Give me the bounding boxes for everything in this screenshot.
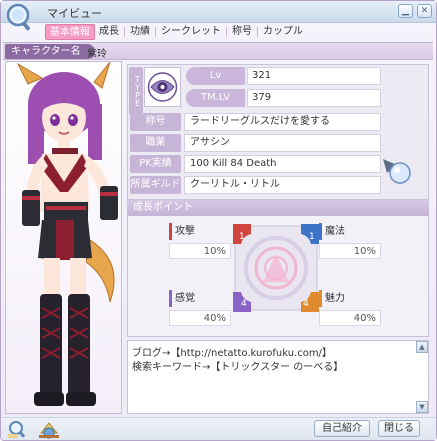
tab-basic-info[interactable]: 基本情報 — [45, 24, 95, 40]
title-value: ラードリーグルスだけを愛する — [184, 113, 381, 131]
tab-divider — [155, 27, 156, 37]
tab-growth[interactable]: 成長 — [95, 24, 123, 40]
close-window-button[interactable]: ✕ — [417, 4, 432, 18]
title-label: 称号 — [130, 113, 181, 131]
pk-indicator-icon[interactable] — [383, 157, 413, 185]
memo-scroll-up-button[interactable]: ▲ — [416, 341, 428, 353]
window-title: マイビュー — [47, 7, 102, 20]
type-label: TYPE — [129, 67, 143, 115]
character-portrait — [5, 61, 122, 414]
attack-value: 10% — [169, 243, 231, 259]
character-name-label: キャラクター名 — [5, 44, 95, 59]
chevron-up-icon: ▲ — [419, 343, 425, 351]
tab-divider — [257, 27, 258, 37]
class-emblem-icon — [144, 67, 181, 107]
profile-memo[interactable]: ブログ→【http://netatto.kurofuku.com/】 検索キーワ… — [127, 340, 429, 414]
lv-value: 321 — [247, 67, 381, 85]
chevron-down-icon: ▼ — [419, 403, 425, 411]
pk-label: PK実績 — [130, 155, 181, 173]
close-button[interactable]: 閉じる — [378, 420, 420, 437]
character-name-bar: キャラクター名 紫玲 — [3, 42, 433, 60]
minimize-button[interactable]: ▁ — [398, 4, 413, 18]
charm-label: 魅力 — [319, 290, 381, 307]
tab-couple[interactable]: カップル — [259, 24, 307, 40]
magic-value: 10% — [319, 243, 381, 259]
job-label: 職業 — [130, 134, 181, 152]
myview-window: マイビュー ▁ ✕ 基本情報 成長 功績 シークレット 称号 カップル キャラク… — [0, 0, 437, 441]
bottom-bar — [2, 417, 436, 440]
memo-line-blog: ブログ→【http://netatto.kurofuku.com/】 — [132, 348, 332, 359]
sense-value: 40% — [169, 310, 231, 326]
guild-label: 所属ギルド — [130, 176, 181, 194]
sense-label: 感覚 — [169, 290, 231, 307]
tab-divider — [226, 27, 227, 37]
tmlv-label: TM.LV — [186, 89, 245, 107]
guild-value: クーリトル・リトル — [184, 176, 381, 194]
tmlv-value: 379 — [247, 89, 381, 107]
tab-bar: 基本情報 成長 功績 シークレット 称号 カップル — [45, 24, 307, 40]
attack-point: 1 — [239, 232, 245, 242]
memo-scroll-down-button[interactable]: ▼ — [416, 401, 428, 413]
tab-secret[interactable]: シークレット — [157, 24, 225, 40]
charm-point: 4 — [303, 299, 309, 309]
view-profile-icon[interactable] — [7, 419, 29, 439]
memo-line-keyword: 検索キーワード→【トリックスター のーべる】 — [132, 362, 344, 373]
character-gear-icon[interactable] — [37, 419, 61, 439]
tab-divider — [124, 27, 125, 37]
character-illustration — [16, 62, 118, 406]
magnifier-logo-icon — [6, 3, 30, 31]
lv-label: Lv — [186, 67, 245, 85]
growth-header: 成長ポイント — [127, 200, 429, 216]
tab-achievements[interactable]: 功績 — [126, 24, 154, 40]
growth-radar-chart: 1 1 4 4 — [233, 224, 319, 312]
self-intro-button[interactable]: 自己紹介 — [314, 420, 370, 437]
magic-point: 1 — [309, 232, 315, 242]
sense-point: 4 — [241, 299, 247, 309]
magic-label: 魔法 — [319, 223, 381, 240]
charm-value: 40% — [319, 310, 381, 326]
tab-titles[interactable]: 称号 — [228, 24, 256, 40]
close-icon: ✕ — [420, 6, 429, 16]
pk-value: 100 Kill 84 Death — [184, 155, 381, 173]
job-value: アサシン — [184, 134, 381, 152]
character-name: 紫玲 — [87, 49, 107, 60]
attack-label: 攻撃 — [169, 223, 231, 240]
minimize-icon: ▁ — [402, 6, 409, 16]
